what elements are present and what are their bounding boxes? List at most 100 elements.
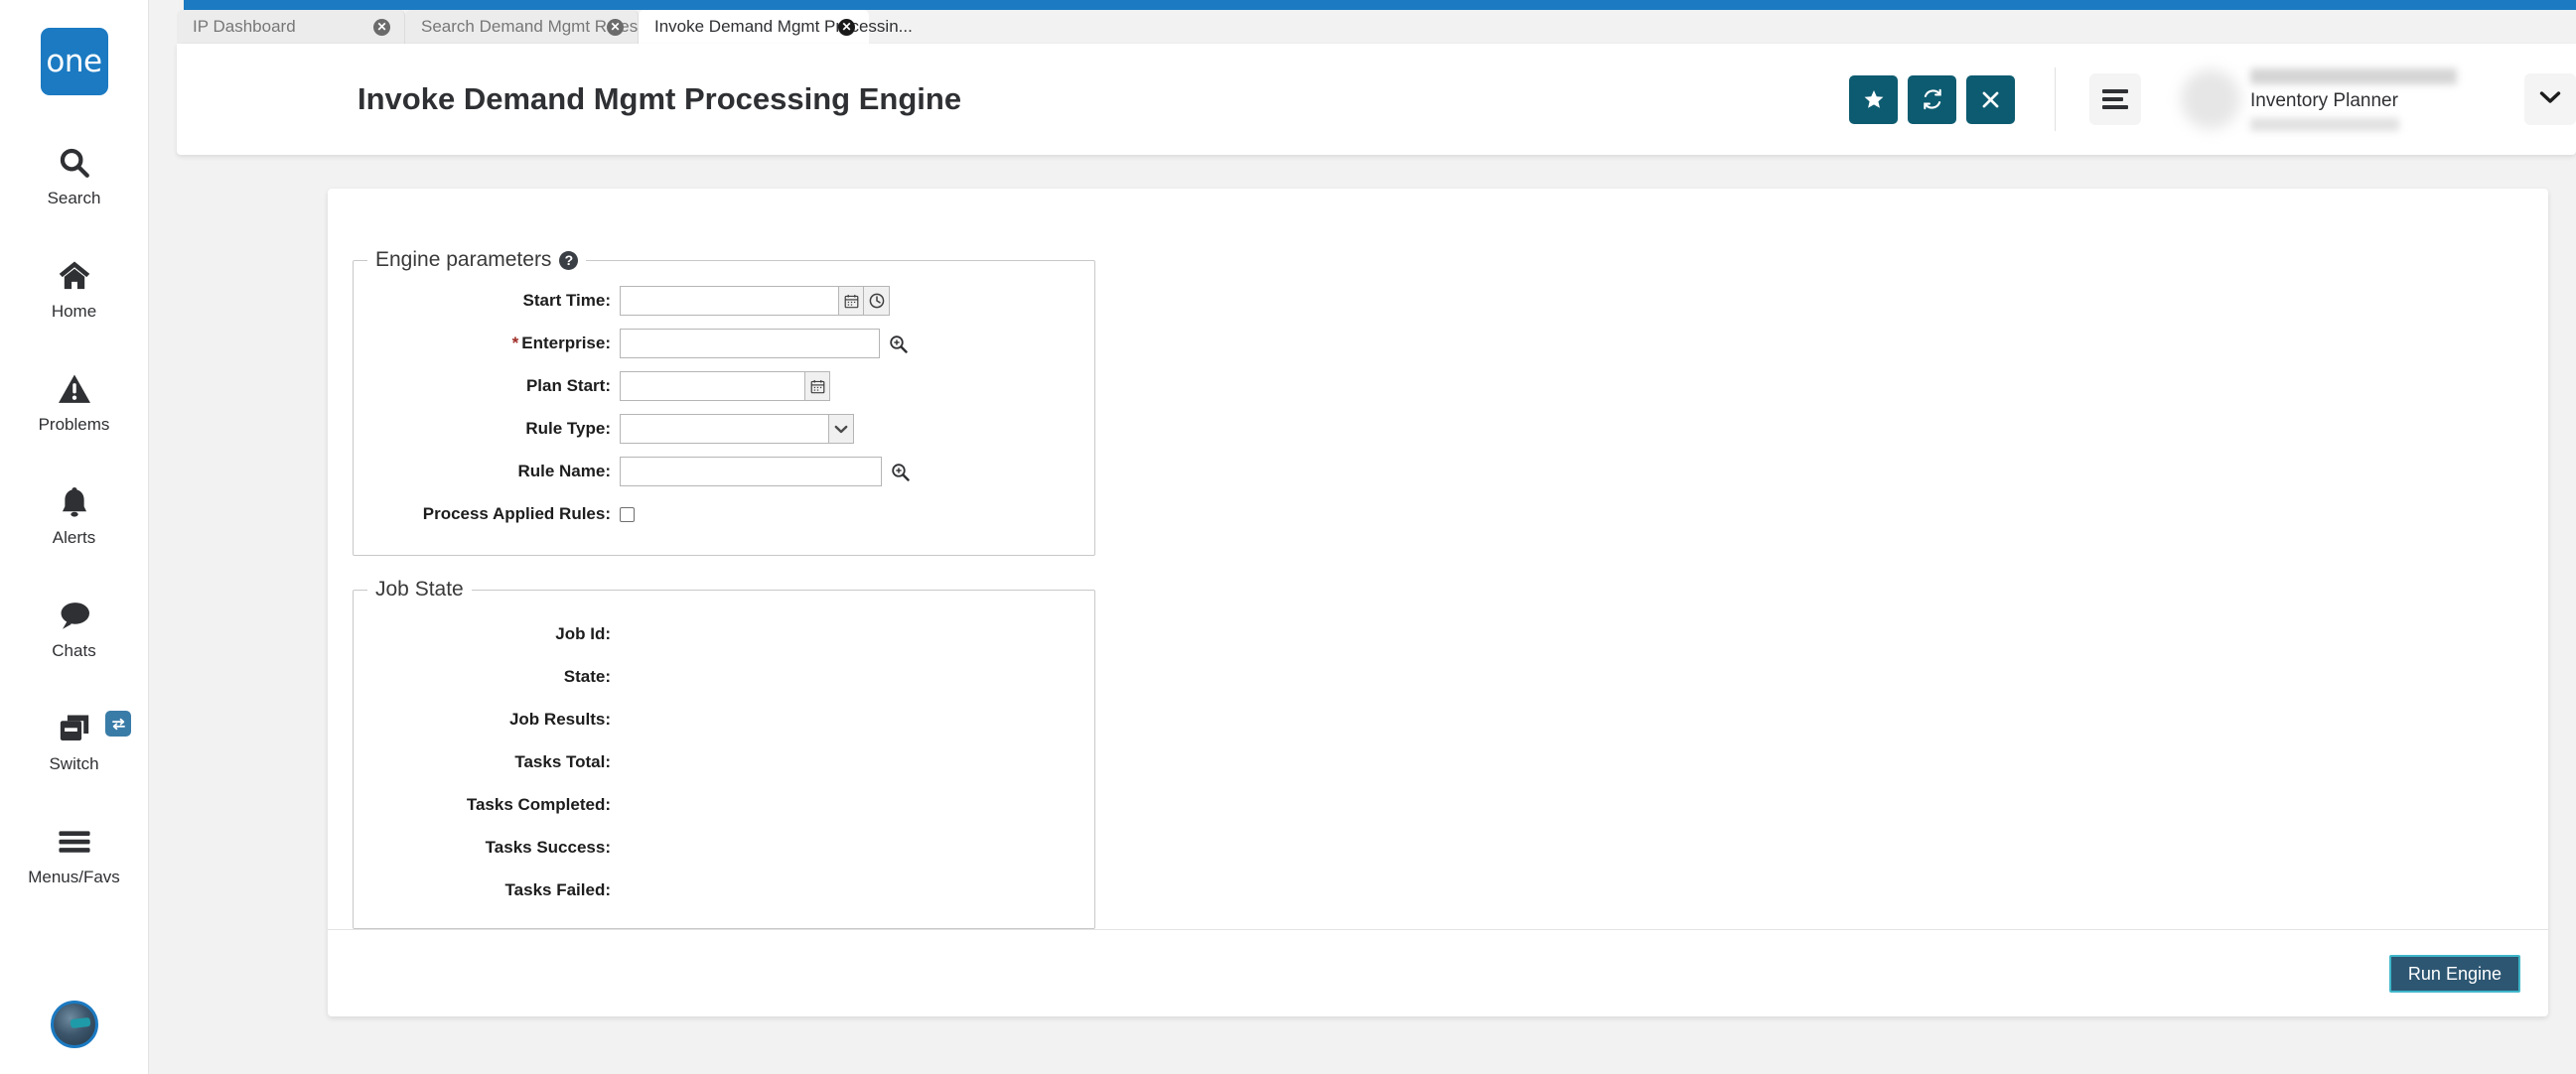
search-icon (58, 143, 91, 183)
sidebar-item-alerts[interactable]: Alerts (0, 459, 148, 572)
engine-parameters-legend-text: Engine parameters (375, 248, 551, 272)
tab-label: Invoke Demand Mgmt Processin... (654, 17, 913, 37)
rule-name-control (620, 457, 911, 486)
close-icon[interactable]: ✕ (373, 19, 390, 36)
plan-start-label: Plan Start: (354, 376, 620, 396)
refresh-button[interactable] (1908, 75, 1956, 124)
clock-icon[interactable] (864, 286, 890, 316)
field-row-process-applied-rules: Process Applied Rules: (354, 499, 1094, 529)
hamburger-icon (2102, 85, 2128, 113)
favorite-button[interactable] (1849, 75, 1898, 124)
star-icon (1863, 88, 1885, 110)
tab-invoke-demand-mgmt-processing[interactable]: Invoke Demand Mgmt Processin... ✕ (639, 10, 869, 44)
help-question-icon[interactable]: ? (559, 251, 578, 270)
panel-footer: Run Engine (328, 929, 2548, 1016)
rule-name-label: Rule Name: (354, 462, 620, 481)
job-state-fieldset: Job State Job Id: State: Job Results: (353, 578, 1095, 929)
close-button[interactable] (1966, 75, 2015, 124)
sidebar-item-label: Chats (52, 641, 95, 661)
chevron-down-icon[interactable] (828, 414, 854, 444)
search-zoom-icon[interactable] (889, 461, 911, 482)
field-row-rule-type: Rule Type: (354, 414, 1094, 444)
close-icon[interactable]: ✕ (607, 19, 624, 36)
tab-label: IP Dashboard (193, 17, 296, 37)
app-logo[interactable]: one (41, 28, 108, 95)
tasks-total-label: Tasks Total: (354, 752, 620, 772)
field-row-start-time: Start Time: (354, 286, 1094, 316)
calendar-icon[interactable] (804, 371, 830, 401)
home-icon (57, 256, 92, 296)
calendar-icon[interactable] (838, 286, 864, 316)
tab-label: Search Demand Mgmt Rules (421, 17, 638, 37)
user-subtitle-redacted (2250, 118, 2399, 131)
engine-parameters-legend: Engine parameters ? (367, 248, 586, 272)
sidebar-item-label: Search (48, 189, 101, 208)
windows-stack-icon (58, 709, 91, 748)
rule-type-label: Rule Type: (354, 419, 620, 439)
header-divider (2055, 67, 2056, 131)
avatar[interactable] (51, 1001, 98, 1048)
plan-start-control (620, 371, 830, 401)
run-engine-button[interactable]: Run Engine (2389, 955, 2520, 993)
warning-triangle-icon (57, 369, 92, 409)
enterprise-control (620, 329, 909, 358)
job-state-row: Tasks Completed: (354, 794, 1094, 815)
tab-search-demand-mgmt-rules[interactable]: Search Demand Mgmt Rules ✕ (405, 10, 639, 44)
required-indicator: * (512, 334, 519, 352)
sidebar-item-search[interactable]: Search (0, 119, 148, 232)
enterprise-input[interactable] (620, 329, 880, 358)
rule-type-control (620, 414, 854, 444)
sidebar-item-label: Problems (39, 415, 110, 435)
menu-button[interactable] (2089, 73, 2141, 125)
app-root: one Search Home (0, 0, 2576, 1074)
bell-icon (59, 482, 90, 522)
rule-type-select[interactable] (620, 414, 828, 444)
plan-start-input[interactable] (620, 371, 804, 401)
top-accent-bar (184, 0, 2576, 10)
sidebar-item-label: Switch (49, 754, 98, 774)
sidebar-item-problems[interactable]: Problems (0, 345, 148, 459)
tab-bar: IP Dashboard ✕ Search Demand Mgmt Rules … (149, 10, 2576, 44)
start-time-label: Start Time: (354, 291, 620, 311)
page-header: Invoke Demand Mgmt Processing Engine (177, 44, 2576, 155)
state-label: State: (354, 667, 620, 687)
close-icon[interactable]: ✕ (838, 19, 855, 36)
header-actions: Inventory Planner (1839, 44, 2576, 155)
user-profile[interactable]: Inventory Planner (2181, 68, 2457, 131)
enterprise-label: *Enterprise: (354, 334, 620, 353)
tasks-completed-label: Tasks Completed: (354, 795, 620, 815)
sidebar-item-switch[interactable]: Switch (0, 685, 148, 798)
chat-bubble-icon (57, 596, 92, 635)
page-title: Invoke Demand Mgmt Processing Engine (358, 81, 961, 117)
user-menu-button[interactable] (2524, 73, 2576, 125)
job-id-label: Job Id: (354, 624, 620, 644)
field-row-plan-start: Plan Start: (354, 371, 1094, 401)
job-state-row: Tasks Total: (354, 751, 1094, 772)
job-state-row: Job Results: (354, 709, 1094, 730)
engine-parameters-fieldset: Engine parameters ? Start Time: (353, 248, 1095, 556)
job-state-row: State: (354, 666, 1094, 687)
process-applied-rules-checkbox[interactable] (620, 507, 635, 522)
job-state-row: Tasks Success: (354, 837, 1094, 858)
start-time-control (620, 286, 890, 316)
rule-name-input[interactable] (620, 457, 882, 486)
field-row-rule-name: Rule Name: (354, 457, 1094, 486)
tasks-failed-label: Tasks Failed: (354, 880, 620, 900)
start-time-input[interactable] (620, 286, 838, 316)
process-applied-rules-control (620, 507, 635, 522)
enterprise-label-text: Enterprise: (521, 334, 611, 352)
content-panel: Engine parameters ? Start Time: (328, 189, 2548, 1016)
swap-arrows-icon[interactable] (105, 711, 131, 737)
field-row-enterprise: *Enterprise: (354, 329, 1094, 358)
job-state-row: Tasks Failed: (354, 879, 1094, 900)
sidebar-item-home[interactable]: Home (0, 232, 148, 345)
hamburger-icon (58, 822, 91, 862)
sidebar-item-chats[interactable]: Chats (0, 572, 148, 685)
job-state-row: Job Id: (354, 623, 1094, 644)
sidebar-nav: Search Home (0, 119, 148, 911)
sidebar-item-label: Alerts (53, 528, 95, 548)
search-zoom-icon[interactable] (887, 333, 909, 354)
sidebar-item-menus-favs[interactable]: Menus/Favs (0, 798, 148, 911)
user-texts: Inventory Planner (2250, 68, 2457, 131)
tab-ip-dashboard[interactable]: IP Dashboard ✕ (177, 10, 405, 44)
